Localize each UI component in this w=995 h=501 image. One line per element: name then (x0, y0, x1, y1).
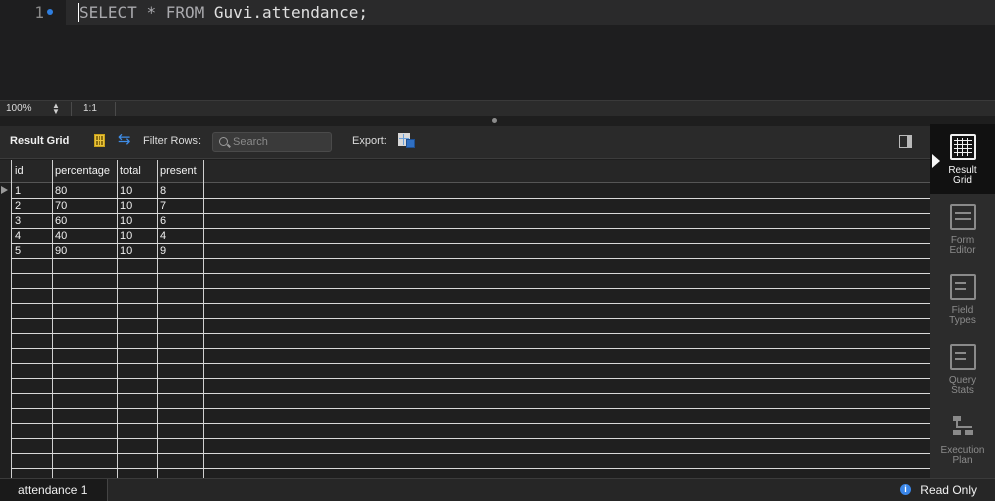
grid-header: id percentage total present (0, 160, 930, 183)
side-tab-label: Execution Plan (930, 446, 995, 466)
side-tab-label: Field Types (930, 306, 995, 326)
star-operator: * (146, 3, 157, 22)
cell-present[interactable]: 9 (157, 244, 166, 259)
execution-plan-icon (950, 414, 976, 440)
zoom-stepper-icon[interactable]: ▲ ▼ (50, 102, 62, 116)
column-header-total[interactable]: total (117, 164, 141, 179)
column-header-id[interactable]: id (12, 164, 24, 179)
zoom-level[interactable]: 100% (6, 102, 32, 116)
side-tab-label-line: Plan (952, 455, 973, 466)
grid-row-line (11, 228, 930, 229)
column-header-present[interactable]: present (157, 164, 197, 179)
column-header-percentage[interactable]: percentage (52, 164, 110, 179)
cell-percentage[interactable]: 80 (52, 184, 67, 199)
divider (71, 102, 72, 116)
keyword-from: FROM (165, 3, 205, 22)
result-toolbar: Result Grid ⇆ Filter Rows: Export: (0, 126, 930, 158)
cell-percentage[interactable]: 70 (52, 199, 67, 214)
cell-present[interactable]: 4 (157, 229, 166, 244)
cell-present[interactable]: 7 (157, 199, 166, 214)
divider (0, 158, 930, 159)
divider (115, 102, 116, 116)
field-types-icon (950, 274, 976, 300)
sql-editor[interactable]: 1 SELECT * FROM Guvi.attendance; (0, 0, 995, 100)
zoom-bar: 100% ▲ ▼ 1:1 (0, 100, 995, 116)
read-only-status: Read Only (920, 483, 977, 497)
cell-present[interactable]: 8 (157, 184, 166, 199)
cell-id[interactable]: 3 (12, 214, 21, 229)
side-tab-label: Result Grid (930, 166, 995, 186)
query-stats-icon (950, 344, 976, 370)
result-grid-title: Result Grid (10, 135, 70, 147)
current-row-arrow-icon (1, 186, 8, 194)
grid-row-line (11, 273, 930, 274)
toggle-side-panel-icon[interactable] (899, 135, 912, 148)
side-tab-label: Form Editor (930, 236, 995, 256)
side-tab-label-line: Grid (953, 175, 972, 186)
grid-view-icon[interactable] (94, 134, 105, 147)
sql-query[interactable]: SELECT * FROM Guvi.attendance; (79, 0, 368, 25)
grid-row-line (11, 453, 930, 454)
form-editor-icon (950, 204, 976, 230)
export-label: Export: (352, 135, 387, 147)
info-icon: i (900, 484, 911, 495)
cell-id[interactable]: 5 (12, 244, 21, 259)
grid-row-line (11, 243, 930, 244)
grid-row-line (11, 438, 930, 439)
side-tab-label-line: Types (949, 315, 976, 326)
bottom-bar: attendance 1 i Read Only (0, 478, 995, 501)
grid-row-line (11, 288, 930, 289)
side-tab-field-types[interactable]: Field Types (930, 264, 995, 334)
cell-percentage[interactable]: 90 (52, 244, 67, 259)
grid-row-line (11, 303, 930, 304)
keyword-select: SELECT (79, 3, 137, 22)
cell-percentage[interactable]: 40 (52, 229, 67, 244)
cell-total[interactable]: 10 (117, 244, 132, 259)
grid-row-line (11, 213, 930, 214)
cell-present[interactable]: 6 (157, 214, 166, 229)
splitter-handle[interactable] (492, 118, 497, 123)
grid-row-line (11, 258, 930, 259)
side-panel: Result Grid Form Editor Field Types Query St… (930, 124, 995, 478)
cell-id[interactable]: 2 (12, 199, 21, 214)
cell-total[interactable]: 10 (117, 184, 132, 199)
grid-row-line (11, 333, 930, 334)
grid-column-line (203, 160, 204, 478)
export-icon[interactable] (398, 133, 415, 148)
result-grid[interactable]: id percentage total present 1 80 10 8 2 … (0, 160, 930, 478)
zoom-ratio[interactable]: 1:1 (83, 102, 97, 116)
grid-row-line (11, 393, 930, 394)
statement-marker-icon (47, 9, 53, 15)
cell-id[interactable]: 4 (12, 229, 21, 244)
search-icon (219, 137, 228, 146)
side-tab-query-stats[interactable]: Query Stats (930, 334, 995, 404)
grid-row-line (11, 363, 930, 364)
active-tab-arrow-icon (932, 154, 940, 168)
cell-total[interactable]: 10 (117, 229, 132, 244)
refresh-icon[interactable]: ⇆ (118, 132, 131, 148)
side-tab-label-line: Editor (949, 245, 976, 256)
grid-row-line (11, 198, 930, 199)
grid-row-line (11, 318, 930, 319)
side-tab-execution-plan[interactable]: Execution Plan (930, 404, 995, 474)
result-tab-attendance[interactable]: attendance 1 (0, 479, 108, 501)
filter-rows-label: Filter Rows: (143, 135, 202, 147)
grid-row-line (11, 468, 930, 469)
side-tab-label-line: Stats (951, 385, 974, 396)
result-grid-icon (950, 134, 976, 160)
grid-row-line (11, 408, 930, 409)
grid-row-line (11, 423, 930, 424)
line-number: 1 (34, 3, 44, 22)
search-input[interactable] (233, 134, 328, 150)
side-tab-form-editor[interactable]: Form Editor (930, 194, 995, 264)
grid-row-line (11, 378, 930, 379)
cell-percentage[interactable]: 60 (52, 214, 67, 229)
cell-total[interactable]: 10 (117, 199, 132, 214)
cell-total[interactable]: 10 (117, 214, 132, 229)
search-field[interactable] (212, 132, 332, 152)
cell-id[interactable]: 1 (12, 184, 21, 199)
grid-row-line (11, 348, 930, 349)
side-tab-label: Query Stats (930, 376, 995, 396)
table-name: Guvi.attendance; (213, 3, 369, 22)
